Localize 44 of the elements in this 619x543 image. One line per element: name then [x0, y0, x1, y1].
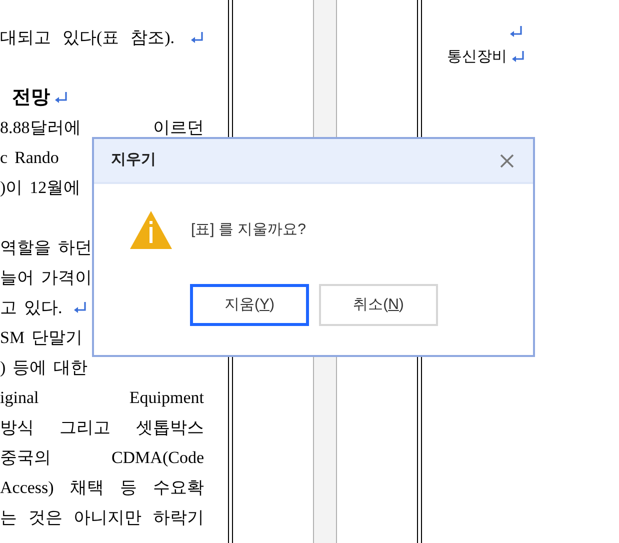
document-text: 대되고 — [0, 27, 51, 50]
document-text: Rando — [14, 147, 59, 170]
document-text: 있다. — [24, 297, 62, 320]
document-text: 는 — [0, 507, 17, 530]
dialog-title: 지우기 — [111, 150, 156, 170]
document-text: 대한 — [54, 357, 88, 380]
document-text: 하락기 — [152, 507, 204, 530]
dialog-message: [표] 를 지울까요? — [191, 220, 306, 240]
document-text: 12월에 — [30, 177, 81, 200]
paragraph-mark-icon — [509, 24, 523, 39]
document-text: SM — [0, 327, 25, 350]
document-text: 것은 — [28, 507, 62, 530]
document-text: Access) — [0, 477, 54, 500]
document-text: 아니지만 — [74, 507, 142, 530]
document-text: 역할을 — [0, 237, 51, 260]
document-text: 이르던 — [153, 117, 204, 140]
paragraph-mark-icon — [511, 50, 525, 64]
document-text: 등 — [120, 477, 137, 500]
document-text: c — [0, 147, 8, 170]
document-text: 그리고 — [60, 417, 110, 440]
document-text: 고 — [0, 297, 17, 320]
document-text: 단말기 — [32, 327, 83, 350]
document-text: 참조). — [130, 27, 175, 50]
document-text: 8.88달러에 — [0, 117, 81, 140]
document-text: 등에 — [12, 357, 47, 380]
document-text: 전망 — [12, 86, 50, 110]
document-text: 가격이 — [41, 267, 92, 290]
table-cell-text: 통신장비 — [447, 47, 507, 67]
dialog-button[interactable]: 취소(N) — [319, 284, 438, 326]
document-text: 수요확 — [153, 477, 204, 500]
document-text: 하던 — [58, 237, 92, 260]
document-text: )이 — [0, 177, 23, 200]
document-text: 방식 — [0, 417, 34, 440]
document-text: Equipment — [129, 387, 204, 410]
warning-icon — [129, 210, 173, 250]
document-text: 채택 — [70, 477, 104, 500]
document-text: CDMA(Code — [111, 447, 204, 470]
document-text: 있다(표 — [62, 27, 120, 50]
dialog-button[interactable]: 지움(Y) — [190, 284, 309, 326]
document-text: 중국의 — [0, 447, 51, 470]
document-text: ) — [0, 357, 6, 380]
document-text: 셋톱박스 — [136, 417, 204, 440]
document-text: 늘어 — [0, 267, 34, 290]
document-text: iginal — [0, 387, 39, 410]
